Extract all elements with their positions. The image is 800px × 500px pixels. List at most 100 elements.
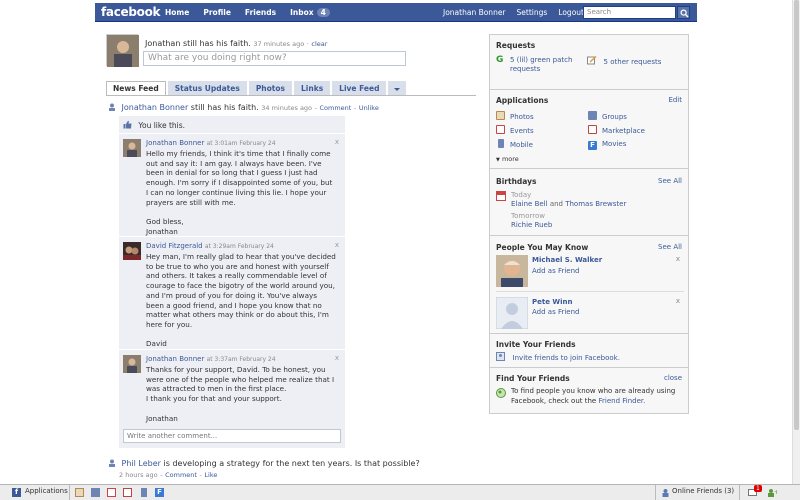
- commenter-name[interactable]: David Fitzgerald: [146, 242, 203, 250]
- app-marketplace-label: Marketplace: [602, 127, 645, 135]
- comment-header: Jonathan Bonner at 3:01am February 24: [146, 139, 276, 147]
- nav-inbox[interactable]: Inbox 4: [290, 8, 330, 17]
- app-groups-label: Groups: [602, 113, 627, 121]
- delete-comment-icon[interactable]: x: [335, 354, 339, 362]
- app-events[interactable]: Events: [496, 125, 534, 135]
- birthday-person[interactable]: Thomas Brewster: [565, 200, 626, 208]
- other-requests[interactable]: 5 other requests: [587, 55, 662, 66]
- notifications-button[interactable]: 1: [745, 485, 763, 500]
- scrollbar-thumb[interactable]: [794, 0, 799, 430]
- tab-live-feed[interactable]: Live Feed: [332, 81, 387, 95]
- app-marketplace[interactable]: Marketplace: [588, 125, 645, 135]
- tab-photos[interactable]: Photos: [248, 81, 293, 95]
- suggested-friend-name[interactable]: Pete Winn: [532, 298, 573, 306]
- add-as-friend-link[interactable]: Add as Friend: [532, 308, 579, 316]
- feed-tabs: News Feed Status Updates Photos Links Li…: [106, 81, 407, 96]
- commenter-name[interactable]: Jonathan Bonner: [146, 139, 204, 147]
- friend-finder-link[interactable]: Friend Finder.: [598, 397, 645, 405]
- nav-logout[interactable]: Logout: [558, 8, 584, 17]
- tab-status-updates[interactable]: Status Updates: [167, 81, 247, 95]
- events-icon: [496, 125, 505, 134]
- birthday-person[interactable]: Elaine Bell: [511, 200, 548, 208]
- add-as-friend-link[interactable]: Add as Friend: [532, 267, 579, 275]
- tabs-more-dropdown[interactable]: [388, 81, 407, 95]
- photos-shortcut-icon[interactable]: [75, 488, 84, 497]
- inbox-count-badge: 4: [316, 8, 330, 17]
- like-link[interactable]: Like: [204, 471, 217, 479]
- marketplace-shortcut-icon[interactable]: [123, 488, 132, 497]
- vertical-scrollbar[interactable]: [792, 0, 800, 484]
- invite-icon: [496, 352, 505, 361]
- close-find-friends-link[interactable]: close: [664, 374, 682, 382]
- suggested-friend-name[interactable]: Michael S. Walker: [532, 256, 602, 264]
- more-apps-link[interactable]: ▼ more: [496, 155, 519, 163]
- nav-settings[interactable]: Settings: [517, 8, 548, 17]
- birthdays-see-all[interactable]: See All: [658, 177, 682, 185]
- friend-requests-icon[interactable]: +: [767, 488, 777, 497]
- birthdays-heading: Birthdays: [496, 177, 537, 186]
- delete-comment-icon[interactable]: x: [335, 241, 339, 249]
- groups-shortcut-icon[interactable]: [91, 488, 100, 497]
- comment-header: David Fitzgerald at 3:29am February 24: [146, 242, 274, 250]
- app-mobile[interactable]: Mobile: [496, 139, 533, 149]
- search-input[interactable]: Search: [583, 6, 676, 19]
- svg-text:+: +: [774, 489, 777, 496]
- account-nav: Jonathan Bonner Settings Logout: [443, 8, 584, 17]
- suggested-friend-photo[interactable]: [495, 296, 529, 330]
- current-status: Jonathan still has his faith. 37 minutes…: [145, 39, 328, 48]
- story-meta: 2 hours ago - Comment - Like: [119, 471, 218, 479]
- commenter-name[interactable]: Jonathan Bonner: [146, 355, 204, 363]
- birthdays-today-names: Elaine Bell and Thomas Brewster: [511, 200, 626, 208]
- app-photos-label: Photos: [510, 113, 534, 121]
- clear-status-link[interactable]: clear: [311, 40, 327, 48]
- invite-friends[interactable]: Invite friends to join Facebook.: [496, 352, 620, 362]
- nav-profile[interactable]: Profile: [203, 8, 231, 17]
- green-patch-link[interactable]: 5 (lil) green patch requests: [510, 56, 590, 74]
- commenter-avatar[interactable]: [123, 139, 141, 157]
- profile-picture[interactable]: [106, 34, 139, 67]
- comment-time: at 3:01am February 24: [206, 140, 276, 147]
- nav-friends[interactable]: Friends: [245, 8, 276, 17]
- nav-user-name[interactable]: Jonathan Bonner: [443, 8, 506, 17]
- chat-bottom-bar: f Applications F Online Friends (3) 1 +: [0, 484, 800, 500]
- commenter-avatar[interactable]: [123, 355, 141, 373]
- online-friends-button[interactable]: Online Friends (3): [655, 485, 740, 500]
- movies-shortcut-icon[interactable]: F: [155, 488, 164, 497]
- delete-comment-icon[interactable]: x: [335, 138, 339, 146]
- events-shortcut-icon[interactable]: [107, 488, 116, 497]
- tab-news-feed[interactable]: News Feed: [106, 81, 166, 96]
- applications-menu[interactable]: f Applications: [0, 485, 70, 500]
- pymk-see-all[interactable]: See All: [658, 243, 682, 251]
- search-button[interactable]: [677, 6, 690, 19]
- suggested-friend-photo[interactable]: [496, 255, 528, 287]
- edit-applications-link[interactable]: Edit: [668, 96, 682, 104]
- comment-link[interactable]: Comment: [320, 104, 352, 112]
- story-author[interactable]: Phil Leber: [122, 459, 161, 468]
- tab-links[interactable]: Links: [294, 81, 331, 95]
- status-input[interactable]: What are you doing right now?: [143, 51, 406, 66]
- birthday-person[interactable]: Richie Rueb: [511, 221, 552, 229]
- write-comment-input[interactable]: Write another comment...: [123, 429, 341, 443]
- mobile-shortcut-icon[interactable]: [141, 488, 147, 497]
- dismiss-suggestion-icon[interactable]: x: [676, 297, 680, 305]
- invite-friends-link[interactable]: Invite friends to join Facebook.: [513, 354, 620, 362]
- app-photos[interactable]: Photos: [496, 111, 534, 121]
- like-row: You like this.: [119, 116, 345, 134]
- comment-header: Jonathan Bonner at 3:37am February 24: [146, 355, 276, 363]
- birthdays-today-label: Today: [511, 191, 532, 199]
- birthday-cake-icon: [496, 191, 506, 201]
- nav-home[interactable]: Home: [165, 8, 189, 17]
- commenter-avatar[interactable]: [123, 242, 141, 260]
- page: facebook Home Profile Friends Inbox 4 Jon…: [0, 0, 800, 500]
- app-groups[interactable]: Groups: [588, 111, 627, 121]
- unlike-link[interactable]: Unlike: [359, 104, 379, 112]
- story-author[interactable]: Jonathan Bonner: [122, 103, 189, 112]
- facebook-logo[interactable]: facebook: [101, 5, 161, 19]
- dismiss-suggestion-icon[interactable]: x: [676, 255, 680, 263]
- app-movies[interactable]: F Movies: [588, 139, 626, 150]
- green-patch-icon: G: [496, 55, 504, 65]
- other-requests-link[interactable]: 5 other requests: [604, 58, 662, 66]
- birthdays-and: and: [549, 200, 563, 208]
- comment-link[interactable]: Comment: [165, 471, 197, 479]
- story-time: 2 hours ago: [119, 471, 158, 479]
